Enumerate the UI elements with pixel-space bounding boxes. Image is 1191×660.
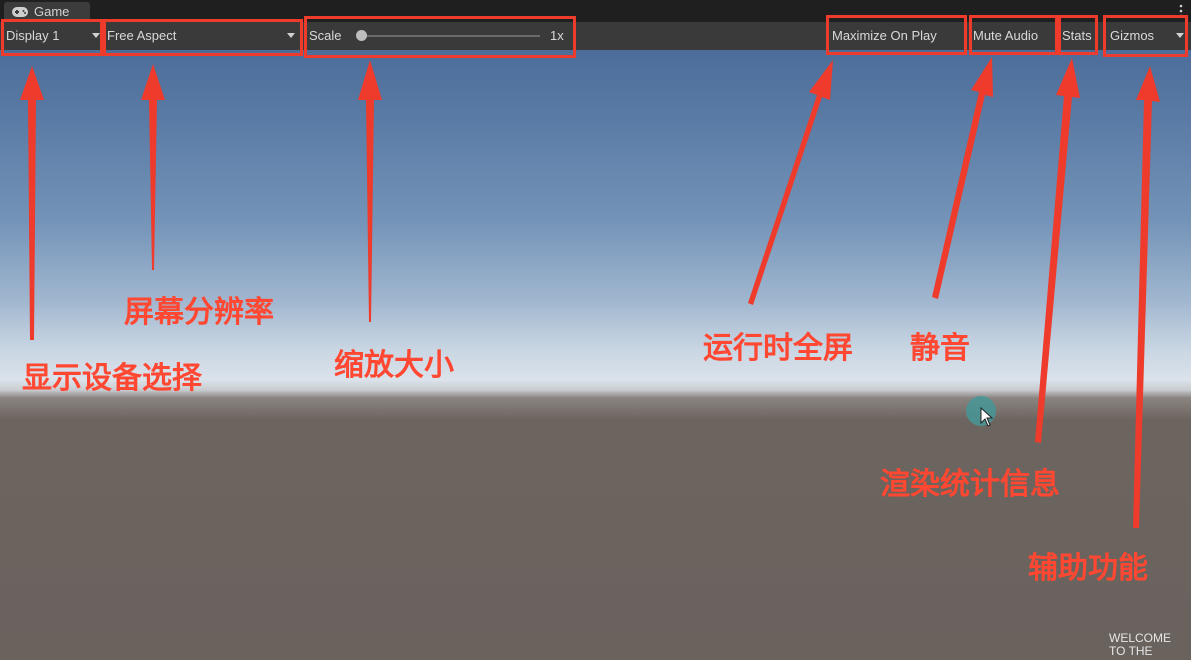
chevron-down-icon	[287, 33, 295, 38]
tab-game[interactable]: Game	[4, 2, 90, 22]
maximize-on-play-toggle[interactable]: Maximize On Play	[832, 22, 937, 50]
game-viewport[interactable]	[0, 50, 1191, 660]
gamepad-icon	[12, 7, 28, 17]
display-dropdown-label: Display 1	[6, 28, 60, 43]
game-toolbar: Display 1 Free Aspect Scale 1x Maximize …	[0, 22, 1191, 50]
scale-value: 1x	[550, 28, 564, 43]
mute-audio-toggle[interactable]: Mute Audio	[973, 22, 1038, 50]
chevron-down-icon	[92, 33, 100, 38]
scale-slider-track[interactable]	[360, 35, 540, 37]
more-options-icon[interactable]	[1179, 4, 1183, 18]
tab-bar: Game	[0, 0, 1191, 22]
watermark-line-2: TO THE	[1109, 644, 1153, 658]
scale-label: Scale	[309, 28, 342, 43]
watermark-text: WELCOME TO THE	[1109, 632, 1171, 658]
gizmos-dropdown-label: Gizmos	[1110, 28, 1155, 43]
display-dropdown[interactable]: Display 1	[6, 22, 102, 50]
watermark-line-1: WELCOME	[1109, 631, 1172, 645]
scale-slider-thumb[interactable]	[356, 30, 367, 41]
unity-game-window: Game Display 1 Free Aspect Scale 1x Maxi…	[0, 0, 1191, 660]
chevron-down-icon	[1176, 33, 1184, 38]
stats-toggle[interactable]: Stats	[1062, 22, 1092, 50]
gizmos-dropdown[interactable]: Gizmos	[1110, 22, 1188, 50]
tab-label: Game	[34, 4, 70, 19]
aspect-dropdown-label: Free Aspect	[107, 28, 177, 43]
aspect-dropdown[interactable]: Free Aspect	[107, 22, 301, 50]
mouse-cursor-icon	[980, 407, 994, 427]
